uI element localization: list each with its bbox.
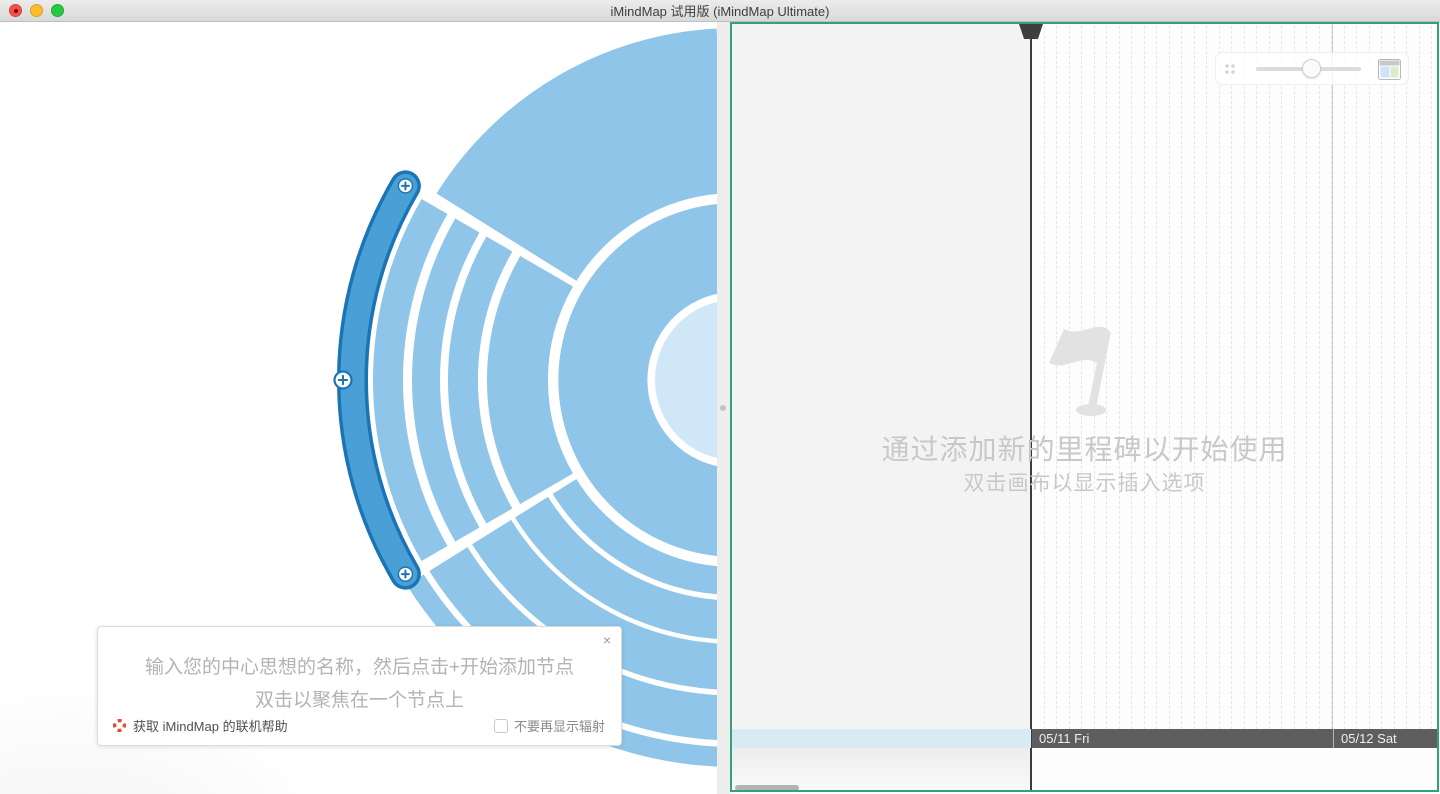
timeline-empty-subtitle: 双击画布以显示插入选项 [732,467,1437,497]
dont-show-label: 不要再显示辐射 [514,716,605,735]
add-node-button-top[interactable] [398,179,412,193]
splitter-handle-icon [720,405,726,411]
timeline-footer-region [732,748,1031,790]
add-node-button-middle[interactable] [335,372,352,389]
timeline-zoom-control [1215,52,1409,85]
close-icon[interactable]: × [603,633,611,647]
day-boundary-line [1332,24,1333,729]
horizontal-scrollbar[interactable] [735,785,799,790]
minimize-window-button[interactable] [30,4,43,17]
add-node-button-bottom[interactable] [398,567,412,581]
calendar-view-icon[interactable] [1377,57,1402,82]
window-title: iMindMap 试用版 (iMindMap Ultimate) [611,1,830,20]
drag-handle-icon[interactable] [1225,64,1235,74]
branch-ring[interactable] [517,271,546,489]
hint-line2: 双击以聚焦在一个节点上 [98,685,621,712]
timeline-past-region [732,24,1031,729]
playhead-line [1030,24,1032,790]
online-help-link[interactable]: 获取 iMindMap 的联机帮助 [112,716,288,735]
date-ruler: 05/11 Fri05/12 Sat [1032,729,1437,748]
milestone-flag-icon [1035,318,1145,433]
zoom-slider-track[interactable] [1256,67,1361,71]
date-cell[interactable]: 05/12 Sat [1333,729,1437,748]
zoom-window-button[interactable] [51,4,64,17]
timeline-empty-title: 通过添加新的里程碑以开始使用 [732,428,1437,468]
timeline-panel[interactable]: 通过添加新的里程碑以开始使用 双击画布以显示插入选项 05/11 Fri05/1… [730,22,1439,792]
zoom-slider-handle[interactable] [1302,59,1321,78]
hint-line1: 输入您的中心思想的名称，然后点击+开始添加节点 [98,652,621,679]
online-help-label: 获取 iMindMap 的联机帮助 [133,716,288,735]
date-cell[interactable]: 05/11 Fri [1032,729,1333,748]
lifebuoy-help-icon [112,718,127,733]
panel-splitter[interactable] [717,22,730,794]
datebar-past-strip [732,729,1031,748]
app-window: { "window": { "title": "iMindMap 试用版 (iM… [0,0,1440,794]
hint-dialog: × 输入您的中心思想的名称，然后点击+开始添加节点 双击以聚焦在一个节点上 获取… [97,626,622,746]
titlebar: iMindMap 试用版 (iMindMap Ultimate) [0,0,1440,22]
dont-show-checkbox[interactable] [494,719,508,733]
close-window-button[interactable] [9,4,22,17]
